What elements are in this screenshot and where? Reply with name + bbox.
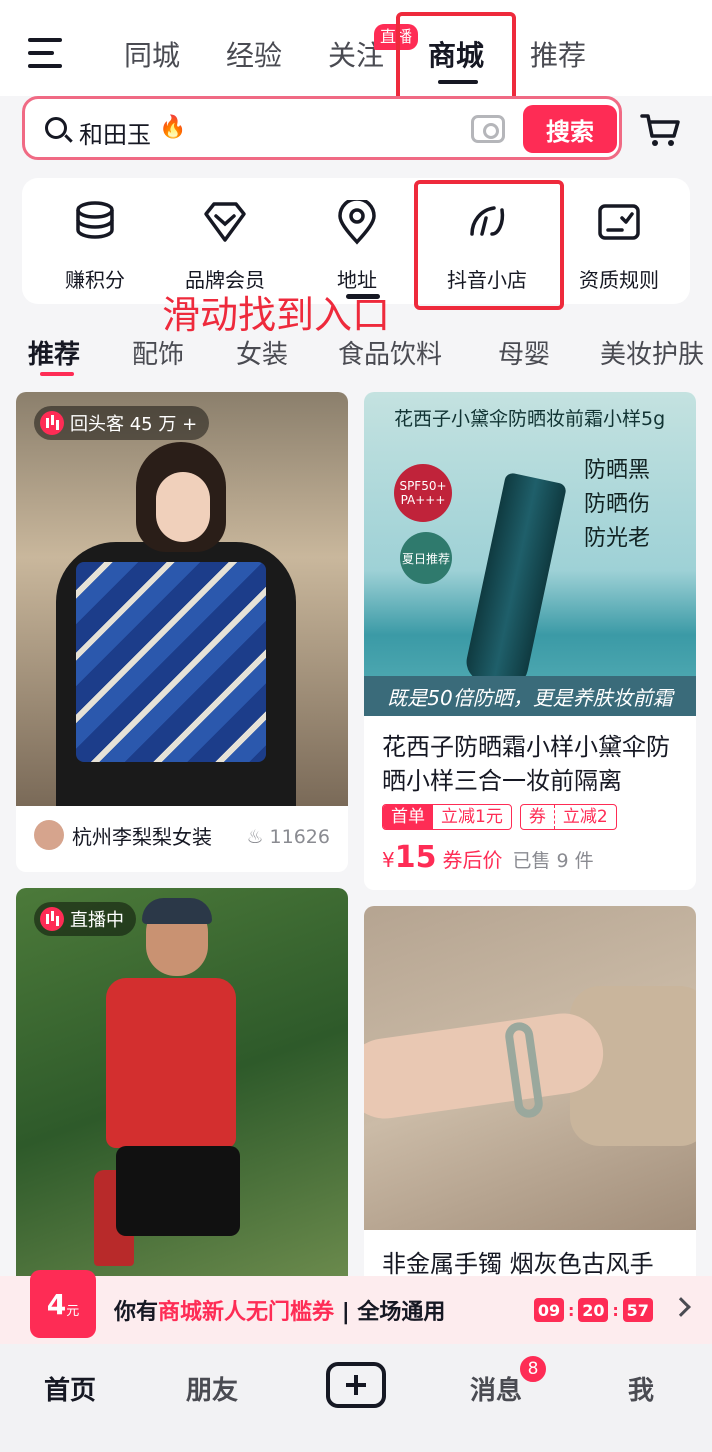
live-image bbox=[16, 888, 348, 1288]
promo-tag: 首单 立减1元 bbox=[382, 804, 512, 830]
image-caption: 花西子小黛伞防晒妆前霜小样5g bbox=[394, 408, 666, 430]
quick-link-earn-points[interactable]: 赚积分 bbox=[40, 200, 150, 293]
coupon-unit: 元 bbox=[66, 1303, 80, 1319]
summer-badge: 夏日推荐 bbox=[400, 532, 452, 584]
avatar bbox=[34, 820, 64, 850]
timer-minutes: 20 bbox=[578, 1298, 609, 1322]
product-card[interactable]: 非金属手镯 烟灰色古风手 bbox=[364, 906, 696, 1288]
like-count-value: 11626 bbox=[269, 826, 330, 848]
category-tab-recommend[interactable]: 推荐 bbox=[28, 334, 80, 371]
coupon-amount: 4 bbox=[46, 1287, 67, 1321]
coupon-tag: 券 立减2 bbox=[519, 804, 617, 830]
like-count: ♨ 11626 bbox=[246, 826, 330, 848]
messages-badge: 8 bbox=[518, 1354, 548, 1384]
diamond-heart-icon bbox=[204, 202, 246, 242]
chevron-right-icon[interactable] bbox=[671, 1297, 691, 1317]
product-card[interactable]: 花西子小黛伞防晒妆前霜小样5g SPF50+ PA+++ 夏日推荐 防晒黑 防晒… bbox=[364, 392, 696, 890]
coupon-text-pre: 你有 bbox=[114, 1300, 159, 1325]
category-tab-beauty[interactable]: 美妆护肤 bbox=[600, 334, 704, 371]
menu-icon[interactable] bbox=[28, 38, 64, 68]
image-banner: 既是50倍防晒，更是养肤妆前霜 bbox=[364, 676, 696, 716]
highlight-box-shop bbox=[414, 180, 564, 310]
coupon-text-post: 全场通用 bbox=[357, 1300, 446, 1325]
top-nav: 同城 经验 关注 直播 商城 推荐 bbox=[0, 0, 712, 96]
author-name: 杭州李梨梨女装 bbox=[72, 824, 212, 849]
bottom-tab-bar: 首页 朋友 消息 8 我 bbox=[0, 1344, 712, 1452]
certificate-check-icon bbox=[598, 204, 640, 240]
chart-bars-icon bbox=[40, 411, 64, 435]
search-input[interactable]: 和田玉 bbox=[79, 115, 151, 150]
tab-home[interactable]: 首页 bbox=[44, 1370, 96, 1407]
price: ¥ 15 券后价 已售 9 件 bbox=[382, 840, 594, 875]
countdown-timer: 09 : 20 : 57 bbox=[534, 1298, 653, 1322]
tab-same-city[interactable]: 同城 bbox=[124, 34, 180, 74]
sold-count: 已售 9 件 bbox=[512, 850, 594, 872]
repeat-customer-badge: 回头客 45 万 + bbox=[34, 406, 210, 440]
product-card[interactable]: 回头客 45 万 + 杭州李梨梨女装 ♨ 11626 bbox=[16, 392, 348, 872]
category-tab-baby[interactable]: 母婴 bbox=[498, 334, 550, 371]
tab-me[interactable]: 我 bbox=[628, 1370, 654, 1407]
coupon-message: 你有商城新人无门槛券 | 全场通用 bbox=[114, 1294, 445, 1326]
flame-icon: ♨ bbox=[246, 826, 264, 848]
tag-value: 立减1元 bbox=[441, 807, 503, 827]
spf-badge: SPF50+ PA+++ bbox=[394, 464, 452, 522]
claim: 防晒伤 bbox=[584, 492, 651, 517]
product-title: 非金属手镯 烟灰色古风手 bbox=[382, 1250, 654, 1278]
coupon-text-highlight: 商城新人无门槛券 bbox=[158, 1300, 335, 1325]
category-tab-women[interactable]: 女装 bbox=[236, 334, 288, 371]
claim: 防光老 bbox=[584, 526, 651, 551]
category-underline bbox=[40, 372, 74, 376]
tab-experience[interactable]: 经验 bbox=[226, 34, 282, 74]
claim: 防晒黑 bbox=[584, 458, 651, 483]
live-card[interactable]: 直播中 bbox=[16, 888, 348, 1288]
sunscreen-tube bbox=[462, 471, 568, 691]
chart-bars-icon bbox=[40, 907, 64, 931]
quick-link-label: 资质规则 bbox=[579, 268, 659, 292]
coins-stack-icon bbox=[76, 201, 114, 239]
search-button[interactable]: 搜索 bbox=[523, 105, 617, 153]
location-pin-icon bbox=[338, 197, 376, 245]
cart-icon[interactable] bbox=[640, 112, 680, 148]
category-tab-accessories[interactable]: 配饰 bbox=[132, 334, 184, 371]
currency: ¥ bbox=[382, 848, 395, 872]
product-image bbox=[16, 392, 348, 806]
live-status-badge: 直播中 bbox=[34, 902, 136, 936]
badge-text: 直播中 bbox=[70, 910, 124, 931]
badge-text: 回头客 45 万 + bbox=[70, 414, 198, 435]
quick-link-brand-member[interactable]: 品牌会员 bbox=[170, 200, 280, 293]
quick-link-qualification[interactable]: 资质规则 bbox=[564, 200, 674, 293]
price-value: 15 bbox=[394, 840, 437, 875]
promo-tags: 首单 立减1元 券 立减2 bbox=[382, 804, 617, 830]
tab-friends[interactable]: 朋友 bbox=[186, 1370, 238, 1407]
timer-seconds: 57 bbox=[622, 1298, 653, 1322]
timer-hours: 09 bbox=[534, 1298, 564, 1322]
search-icon bbox=[45, 117, 67, 139]
tag-label: 券 bbox=[528, 807, 546, 827]
product-image: 花西子小黛伞防晒妆前霜小样5g SPF50+ PA+++ 夏日推荐 防晒黑 防晒… bbox=[364, 392, 696, 716]
tab-messages[interactable]: 消息 bbox=[470, 1370, 522, 1407]
search-bar[interactable]: 和田玉 🔥 搜索 bbox=[22, 96, 622, 160]
tag-value: 立减2 bbox=[553, 805, 616, 829]
category-tab-food[interactable]: 食品饮料 bbox=[338, 334, 442, 371]
camera-icon[interactable] bbox=[471, 115, 505, 143]
price-note: 券后价 bbox=[442, 848, 503, 872]
product-title: 花西子防晒霜小样小黛伞防晒小样三合一妆前隔离 bbox=[382, 733, 670, 795]
highlight-box-mall bbox=[396, 12, 516, 108]
annotation-text: 滑动找到入口 bbox=[162, 293, 391, 337]
author[interactable]: 杭州李梨梨女装 bbox=[34, 820, 212, 850]
image-claims: 防晒黑 防晒伤 防光老 bbox=[584, 454, 650, 556]
product-image bbox=[364, 906, 696, 1230]
coupon-value-badge: 4 元 bbox=[30, 1270, 96, 1338]
coupon-strip[interactable]: 4 元 你有商城新人无门槛券 | 全场通用 09 : 20 : 57 bbox=[0, 1270, 712, 1344]
quick-link-label: 赚积分 bbox=[65, 268, 125, 292]
quick-link-address[interactable]: 地址 bbox=[302, 197, 412, 293]
coupon-text-separator: | bbox=[341, 1300, 350, 1325]
tag-label: 首单 bbox=[383, 805, 433, 829]
tab-recommend[interactable]: 推荐 bbox=[530, 34, 586, 74]
create-plus-icon[interactable] bbox=[326, 1362, 386, 1408]
fire-icon: 🔥 bbox=[159, 115, 187, 140]
